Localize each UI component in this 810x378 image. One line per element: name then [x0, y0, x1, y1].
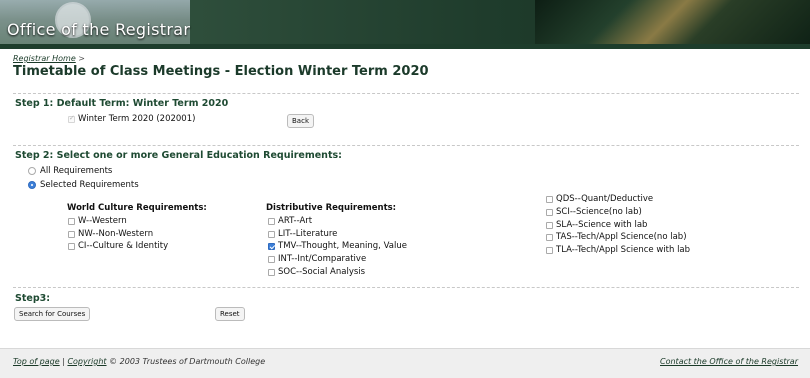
checkbox-label: TMV--Thought, Meaning, Value: [278, 241, 407, 251]
checkbox[interactable]: [68, 230, 75, 238]
checkbox[interactable]: [546, 221, 553, 229]
checkbox-label: INT--Int/Comparative: [278, 254, 367, 264]
req-soc[interactable]: SOC--Social Analysis: [268, 267, 365, 277]
checkbox-label: SOC--Social Analysis: [278, 267, 366, 277]
page-title: Timetable of Class Meetings - Election W…: [13, 64, 429, 79]
default-term-option: Winter Term 2020 (202001): [68, 114, 195, 124]
req-w[interactable]: W--Western: [68, 216, 127, 226]
footer-separator: |: [62, 357, 65, 366]
step1-heading: Step 1: Default Term: Winter Term 2020: [15, 98, 229, 109]
req-qds[interactable]: QDS--Quant/Deductive: [546, 194, 653, 204]
req-sci[interactable]: SCI--Science(no lab): [546, 207, 642, 217]
checkbox-label: TAS--Tech/Appl Science(no lab): [556, 232, 687, 242]
radio-selected-requirements[interactable]: Selected Requirements: [28, 180, 139, 190]
req-tla[interactable]: TLA--Tech/Appl Science with lab: [546, 245, 690, 255]
checkbox-label: CI--Culture & Identity: [78, 241, 169, 251]
req-sla[interactable]: SLA--Science with lab: [546, 220, 647, 230]
req-ci[interactable]: CI--Culture & Identity: [68, 241, 168, 251]
radio-all-requirements[interactable]: All Requirements: [28, 166, 112, 176]
search-courses-button[interactable]: Search for Courses: [14, 307, 91, 321]
breadcrumb: Registrar Home >: [13, 54, 85, 63]
checkbox[interactable]: [546, 246, 553, 254]
checkbox-label: SLA--Science with lab: [556, 220, 648, 230]
checkbox[interactable]: [268, 255, 275, 263]
req-tmv[interactable]: TMV--Thought, Meaning, Value: [268, 241, 407, 251]
divider: [13, 287, 799, 288]
checkbox[interactable]: [268, 217, 275, 225]
checkbox[interactable]: [268, 268, 275, 276]
checkbox[interactable]: [268, 242, 275, 250]
back-button[interactable]: Back: [287, 114, 314, 128]
radio-button[interactable]: [28, 167, 36, 175]
checkbox[interactable]: [68, 217, 75, 225]
checkbox-label: TLA--Tech/Appl Science with lab: [556, 245, 691, 255]
breadcrumb-home-link[interactable]: Registrar Home: [13, 54, 76, 63]
req-tas[interactable]: TAS--Tech/Appl Science(no lab): [546, 232, 687, 242]
divider: [13, 145, 799, 146]
term-checkbox: [68, 114, 75, 123]
checkbox-label: NW--Non-Western: [78, 229, 154, 239]
step3-heading: Step3:: [15, 293, 51, 304]
checkbox-label: LIT--Literature: [278, 229, 338, 239]
step2-heading: Step 2: Select one or more General Educa…: [15, 150, 342, 161]
copyright-link[interactable]: Copyright: [67, 357, 106, 366]
req-lit[interactable]: LIT--Literature: [268, 229, 337, 239]
checkbox-label: SCI--Science(no lab): [556, 207, 642, 217]
site-title[interactable]: Office of the Registrar: [7, 20, 190, 39]
checkbox-label: W--Western: [78, 216, 127, 226]
checkbox-label: QDS--Quant/Deductive: [556, 194, 654, 204]
checkbox[interactable]: [546, 208, 553, 216]
distributive-heading: Distributive Requirements:: [266, 203, 397, 213]
top-of-page-link[interactable]: Top of page: [13, 357, 60, 366]
checkbox[interactable]: [546, 195, 553, 203]
checkbox[interactable]: [268, 230, 275, 238]
footer-right: Contact the Office of the Registrar: [660, 357, 798, 366]
world-culture-heading: World Culture Requirements:: [67, 203, 207, 213]
contact-link[interactable]: Contact the Office of the Registrar: [660, 357, 798, 366]
checkbox[interactable]: [68, 242, 75, 250]
req-nw[interactable]: NW--Non-Western: [68, 229, 153, 239]
checkbox[interactable]: [546, 233, 553, 241]
radio-label: Selected Requirements: [40, 180, 139, 190]
divider: [13, 93, 799, 94]
req-int[interactable]: INT--Int/Comparative: [268, 254, 366, 264]
breadcrumb-separator: >: [78, 54, 85, 63]
req-art[interactable]: ART--Art: [268, 216, 312, 226]
reset-button[interactable]: Reset: [215, 307, 245, 321]
copyright-text: © 2003 Trustees of Dartmouth College: [109, 357, 266, 366]
header-banner: Office of the Registrar: [0, 0, 810, 44]
footer-left: Top of page | Copyright © 2003 Trustees …: [13, 357, 265, 366]
footer: Top of page | Copyright © 2003 Trustees …: [0, 348, 810, 378]
radio-label: All Requirements: [40, 166, 113, 176]
term-label: Winter Term 2020 (202001): [78, 114, 196, 124]
banner-photo-right: [535, 0, 810, 44]
banner-divider: [0, 44, 810, 49]
checkbox-label: ART--Art: [278, 216, 313, 226]
radio-button[interactable]: [28, 181, 36, 189]
